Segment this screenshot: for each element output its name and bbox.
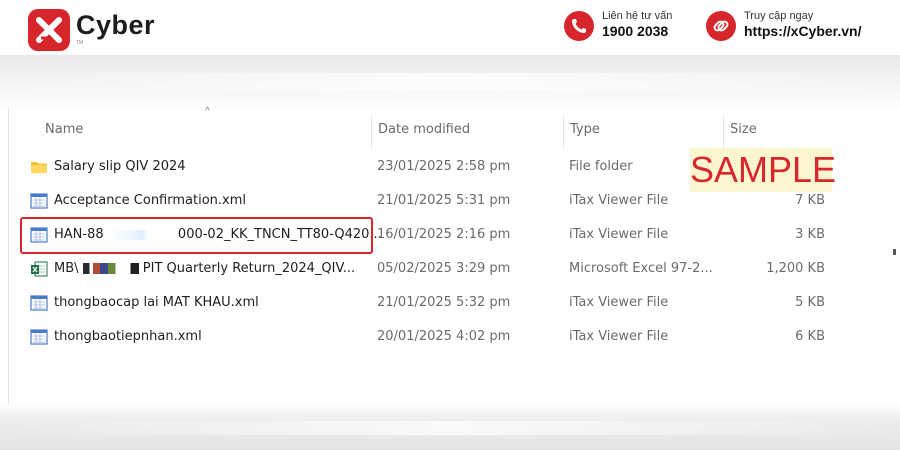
column-header-name[interactable]: Name <box>39 115 371 149</box>
file-name-suffix: PIT Quarterly Return_2024_QIV... <box>142 261 356 276</box>
file-row[interactable]: thongbaocap lai MAT KHAU.xml 21/01/2025 … <box>23 288 829 318</box>
itax-file-icon <box>30 329 48 345</box>
website-url[interactable]: https://xCyber.vn/ <box>744 23 861 39</box>
file-type: iTax Viewer File <box>569 227 669 242</box>
file-type: iTax Viewer File <box>569 193 669 208</box>
file-type: iTax Viewer File <box>569 295 669 310</box>
excel-file-icon <box>31 261 48 277</box>
hotline-number: 1900 2038 <box>602 23 669 39</box>
file-date: 21/01/2025 5:32 pm <box>377 295 511 310</box>
scrollbar-marker[interactable] <box>893 249 896 255</box>
highlight-annotation-box <box>20 217 373 254</box>
file-name-prefix: MB\ <box>54 261 79 276</box>
brand-name: Cyber <box>76 10 156 40</box>
column-header-date-modified[interactable]: Date modified <box>371 115 563 149</box>
file-type: iTax Viewer File <box>569 329 669 344</box>
file-type: Microsoft Excel 97-2... <box>569 261 713 276</box>
file-name: thongbaotiepnhan.xml <box>54 329 202 344</box>
website-label: Truy cập ngay <box>744 10 814 22</box>
brand-header: Cyber TM Liên hệ tư vấn 1900 2038 Truy c… <box>0 0 900 55</box>
file-date: 21/01/2025 5:31 pm <box>377 193 511 208</box>
file-date: 05/02/2025 3:29 pm <box>377 261 511 276</box>
file-name: MB\ PIT Quarterly Return_2024_QIV... <box>54 261 355 276</box>
file-name: Salary slip QIV 2024 <box>54 159 186 174</box>
top-backdrop <box>0 55 900 113</box>
link-icon <box>706 11 736 41</box>
bottom-backdrop <box>0 403 900 450</box>
sample-watermark: SAMPLE <box>690 148 837 192</box>
itax-file-icon <box>30 193 48 209</box>
file-size: 3 KB <box>795 227 825 242</box>
file-size: 6 KB <box>795 329 825 344</box>
file-name: thongbaocap lai MAT KHAU.xml <box>54 295 259 310</box>
file-date: 20/01/2025 4:02 pm <box>377 329 511 344</box>
file-row[interactable]: thongbaotiepnhan.xml 20/01/2025 4:02 pm … <box>23 322 829 352</box>
file-row[interactable]: MB\ PIT Quarterly Return_2024_QIV... 05/… <box>23 254 829 284</box>
redacted-text <box>82 263 139 274</box>
folder-icon <box>31 162 47 173</box>
file-size: 1,200 KB <box>766 261 825 276</box>
hotline-contact[interactable]: Liên hệ tư vấn 1900 2038 <box>564 10 694 46</box>
column-header-size[interactable]: Size <box>723 115 829 149</box>
file-size: 5 KB <box>795 295 825 310</box>
trademark-mark: TM <box>76 40 84 46</box>
phone-icon <box>564 11 594 41</box>
file-type: File folder <box>569 159 633 174</box>
file-date: 23/01/2025 2:58 pm <box>377 159 511 174</box>
file-name: Acceptance Confirmation.xml <box>54 193 246 208</box>
website-contact[interactable]: Truy cập ngay https://xCyber.vn/ <box>706 10 886 46</box>
file-size: 7 KB <box>795 193 825 208</box>
itax-file-icon <box>30 295 48 311</box>
file-date: 16/01/2025 2:16 pm <box>377 227 511 242</box>
hotline-label: Liên hệ tư vấn <box>602 10 673 22</box>
column-header-type[interactable]: Type <box>563 115 723 149</box>
cyber-logo-icon <box>28 9 70 51</box>
